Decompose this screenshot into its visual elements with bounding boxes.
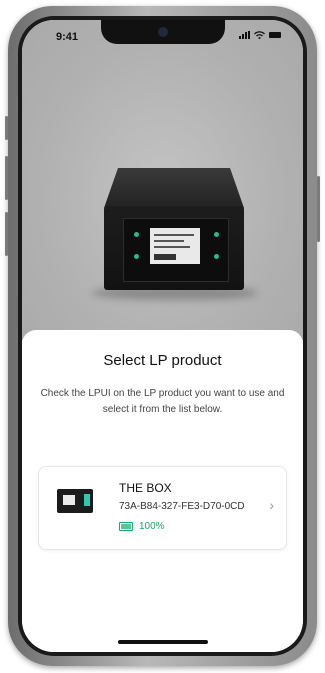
box-lid [104,168,244,208]
product-hero: 9:41 [22,20,303,340]
box-label [150,228,200,264]
notch [100,20,225,44]
status-led [214,254,219,259]
page-title: Select LP product [103,352,222,369]
product-list-item[interactable]: THE BOX 73A-B84-327-FE3-D70-0CD 100% › [38,466,287,550]
wifi-icon [254,31,265,39]
signal-icon [239,31,250,39]
status-led [134,232,139,237]
product-id: 73A-B84-327-FE3-D70-0CD [119,501,245,512]
home-indicator[interactable] [117,640,208,644]
selection-sheet: Select LP product Check the LPUI on the … [22,330,303,652]
front-camera-icon [157,27,168,37]
page-description: Check the LPUI on the LP product you wan… [40,388,285,415]
status-icons [239,31,281,39]
battery-percentage: 100% [139,521,165,532]
status-led [134,254,139,259]
phone-frame: 9:41 Select LP product Check the LPUI on… [5,6,320,666]
status-time: 9:41 [56,31,79,43]
product-name: THE BOX [119,481,172,495]
product-battery: 100% [119,521,165,532]
app-display: 9:41 Select LP product Check the LPUI on… [22,20,303,652]
chevron-right-icon: › [269,497,274,513]
status-led [214,232,219,237]
volume-down-button [5,212,8,256]
power-button [317,176,320,242]
volume-up-button [5,156,8,200]
screen-bezel: 9:41 Select LP product Check the LPUI on… [18,16,307,656]
mute-switch [5,116,8,140]
product-box-icon [57,489,93,513]
battery-icon [269,32,281,38]
battery-level-icon [119,522,133,531]
